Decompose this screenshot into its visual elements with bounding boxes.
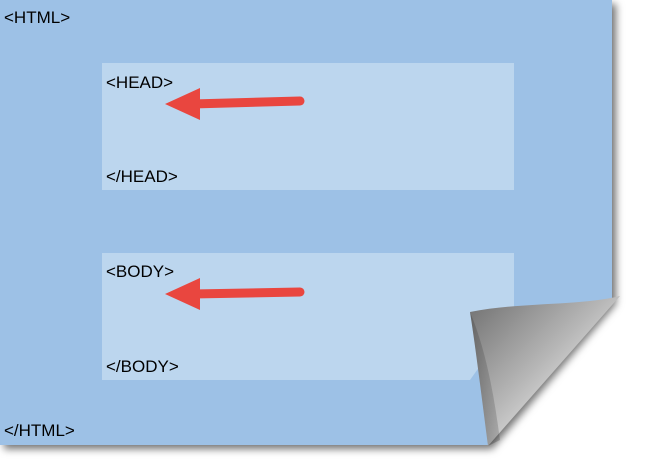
head-open-tag: <HEAD> bbox=[106, 73, 174, 92]
html-close-tag: </HTML> bbox=[4, 421, 75, 440]
body-close-tag: </BODY> bbox=[106, 357, 179, 376]
head-close-tag: </HEAD> bbox=[106, 167, 178, 186]
page-curl-icon bbox=[470, 296, 620, 446]
html-structure-diagram bbox=[0, 0, 620, 446]
html-open-tag: <HTML> bbox=[4, 8, 71, 27]
body-open-tag: <BODY> bbox=[106, 262, 175, 281]
